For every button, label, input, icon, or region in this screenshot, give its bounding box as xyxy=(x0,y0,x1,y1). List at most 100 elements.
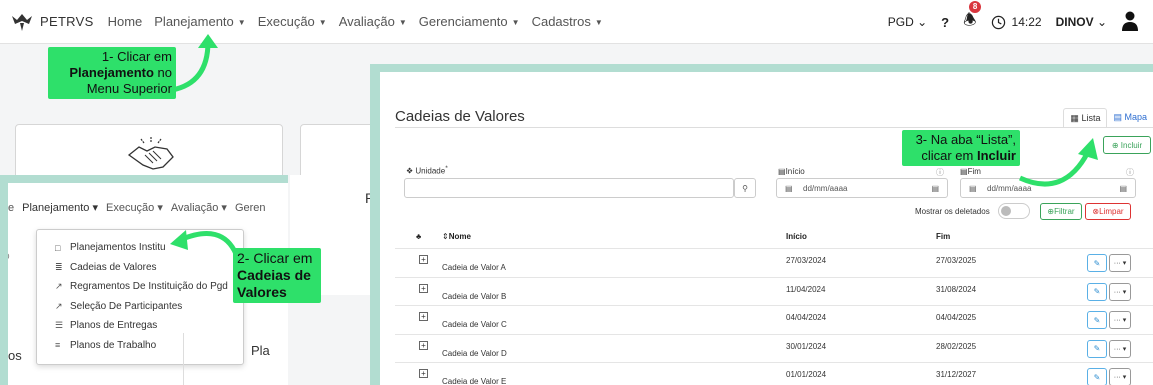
cell-fim: 31/12/2027 xyxy=(936,370,977,379)
table-row[interactable]: + Cadeia de Valor D 30/01/2024 28/02/2025 ✎ ·… xyxy=(395,333,1153,362)
help-icon[interactable]: ? xyxy=(941,15,949,30)
edit-button[interactable]: ✎ xyxy=(1087,282,1107,301)
edit-icon: ✎ xyxy=(1093,287,1101,296)
title-divider xyxy=(395,127,1153,128)
dropdown-item[interactable]: ↗ Regramentos De Instituição do Pgd xyxy=(37,277,243,297)
cell-fim: 31/08/2024 xyxy=(936,284,977,294)
inicio-date-input[interactable]: ▤ dd/mm/aaaa ▤ xyxy=(776,178,948,198)
cell-nome: Cadeia de Valor B xyxy=(442,291,507,301)
zoom-navbar: e Planejamento ▾ Execução ▾ Avaliação ▾ Gere… xyxy=(8,201,274,214)
incluir-button[interactable]: ⊕ Incluir xyxy=(1103,136,1151,154)
dropdown-item-label: Planos de Entregas xyxy=(70,320,158,332)
incluir-label: Incluir xyxy=(1120,140,1143,150)
unidade-search-button[interactable]: ⚲ xyxy=(734,178,756,198)
menu-item-icon: ≡ xyxy=(55,340,61,351)
navbar-right: PGD ⌄ ? 🕭 8 14:22 DINOV ⌄ xyxy=(874,0,1139,44)
expand-icon[interactable]: + xyxy=(419,312,428,321)
dropdown-item[interactable]: ↗ Seleção De Participantes xyxy=(37,297,243,317)
menu-item-avaliacao[interactable]: Avaliação ▼ xyxy=(339,14,407,29)
chevron-down-icon: ⌄ xyxy=(1096,15,1107,29)
column-header-nome[interactable]: ⇕Nome xyxy=(442,232,471,241)
menu-item-label: Execução xyxy=(257,14,315,29)
caret-down-icon: ▼ xyxy=(594,18,603,28)
dropdown-item-label: Seleção De Participantes xyxy=(70,300,183,312)
list-icon: ▦ xyxy=(1070,113,1079,123)
menu-item-icon: □ xyxy=(55,242,61,253)
calendar-icon: ▤ xyxy=(969,184,977,193)
bell-icon: 🕭 xyxy=(963,11,977,29)
edit-button[interactable]: ✎ xyxy=(1087,311,1107,329)
dropdown-item[interactable]: ☰ Planos de Entregas xyxy=(37,316,243,336)
zoom-nav-item[interactable]: e xyxy=(8,202,14,214)
tab-lista[interactable]: ▦ Lista xyxy=(1063,108,1108,128)
more-icon: ··· ▾ xyxy=(1113,317,1127,324)
menu-item-icon: ↗ xyxy=(55,281,63,292)
cell-nome: Cadeia de Valor A xyxy=(442,263,506,272)
menu-item-planejamento[interactable]: Planejamento ▼ xyxy=(154,14,245,29)
sort-icon: ⇕ xyxy=(442,232,449,241)
menu-item-gerenciamento[interactable]: Gerenciamento ▼ xyxy=(419,14,520,29)
search-icon: ⚲ xyxy=(742,183,748,193)
fim-label-text: Fim xyxy=(967,167,981,176)
expand-icon[interactable]: + xyxy=(419,255,428,264)
table-row[interactable]: + Cadeia de Valor A 27/03/2024 27/03/2025 ✎ ·… xyxy=(395,248,1153,276)
edit-icon: ✎ xyxy=(1093,315,1101,325)
more-options-button[interactable]: ··· ▾ xyxy=(1109,282,1131,301)
filtrar-button[interactable]: ⊕ Filtrar xyxy=(1040,203,1082,220)
arrow-icon xyxy=(171,34,218,93)
edit-button[interactable]: ✎ xyxy=(1087,339,1107,358)
dropdown-item[interactable]: ≡ Planos de Trabalho xyxy=(37,336,243,356)
expand-icon[interactable]: + xyxy=(419,340,428,350)
more-options-button[interactable]: ··· ▾ xyxy=(1109,254,1131,272)
calendar-picker-icon[interactable]: ▤ xyxy=(1119,184,1127,193)
column-header-fim: Fim xyxy=(936,232,951,241)
menu-item-cadastros[interactable]: Cadastros ▼ xyxy=(532,14,603,29)
edit-button[interactable]: ✎ xyxy=(1087,254,1107,272)
clock-icon xyxy=(991,15,1005,29)
menu-item-label: Planejamento xyxy=(154,14,234,29)
expand-icon[interactable]: + xyxy=(419,283,428,293)
more-options-button[interactable]: ··· ▾ xyxy=(1109,339,1131,358)
filtrar-label: Filtrar xyxy=(1054,207,1075,216)
cell-inicio: 01/01/2024 xyxy=(786,370,827,379)
table-row[interactable]: + Cadeia de Valor B 11/04/2024 31/08/2024 ✎ ·… xyxy=(395,276,1153,305)
tab-lista-label: Lista xyxy=(1081,113,1101,123)
info-icon[interactable]: ⓘ xyxy=(1126,167,1134,178)
menu-item-label: Home xyxy=(107,14,143,29)
menu-item-home[interactable]: Home xyxy=(108,14,143,29)
show-deleted-toggle[interactable] xyxy=(998,203,1030,219)
unidade-label-text: Unidade xyxy=(415,166,446,176)
edit-button[interactable]: ✎ xyxy=(1087,368,1107,385)
plus-circle-icon: ⊕ xyxy=(1111,140,1119,150)
calendar-icon: ▤ xyxy=(785,184,793,193)
menu-item-label: Cadastros xyxy=(531,14,591,29)
table-row[interactable]: + Cadeia de Valor E 01/01/2024 31/12/2027 ✎ ·… xyxy=(395,362,1153,385)
filter-icon: ⊕ xyxy=(1047,207,1055,216)
expand-icon[interactable]: + xyxy=(419,369,428,378)
callout-strong: Planejamento xyxy=(69,65,154,80)
more-options-button[interactable]: ··· ▾ xyxy=(1109,311,1131,329)
zoom-nav-item[interactable]: Avaliação ▾ xyxy=(171,202,227,214)
caret-down-icon: ▼ xyxy=(511,18,520,28)
logo[interactable]: PETRVS xyxy=(10,12,94,32)
user-avatar-icon[interactable] xyxy=(1121,11,1139,34)
menu-item-execucao[interactable]: Execução ▼ xyxy=(258,14,327,29)
zoom-nav-item[interactable]: Execução ▾ xyxy=(106,202,163,214)
callout-strong: Cadeias de Valores xyxy=(237,267,311,300)
more-icon: ··· ▾ xyxy=(1113,288,1127,296)
user-menu[interactable]: DINOV ⌄ xyxy=(1056,15,1107,29)
zoom-nav-item[interactable]: Geren xyxy=(235,202,266,214)
tab-mapa[interactable]: ▤ Mapa xyxy=(1107,108,1153,128)
zoom-nav-item[interactable]: Planejamento ▾ xyxy=(22,202,98,214)
table-row[interactable]: + Cadeia de Valor C 04/04/2024 04/04/2025 ✎ ·… xyxy=(395,305,1153,333)
brand-name: PETRVS xyxy=(40,14,94,29)
info-icon[interactable]: ⓘ xyxy=(936,167,944,178)
divider xyxy=(183,333,184,385)
more-options-button[interactable]: ··· ▾ xyxy=(1109,368,1131,385)
calendar-picker-icon[interactable]: ▤ xyxy=(931,184,939,193)
unidade-input[interactable] xyxy=(404,178,734,198)
limpar-button[interactable]: ⊗ Limpar xyxy=(1085,203,1131,220)
view-tabs: ▦ Lista ▤ Mapa xyxy=(1063,108,1153,128)
notifications-button[interactable]: 🕭 8 xyxy=(963,0,982,35)
pgd-dropdown[interactable]: PGD ⌄ xyxy=(888,15,927,29)
